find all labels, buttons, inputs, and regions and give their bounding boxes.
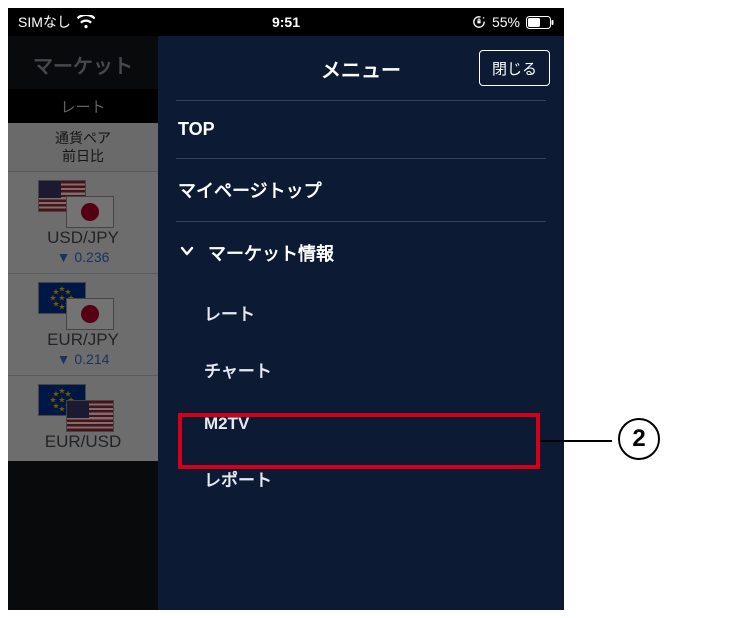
menu-drawer: メニュー 閉じる TOP マイページトップ マーケット情報 レート チャート M…	[158, 36, 564, 610]
pair-diff: ▼ 0.236	[8, 249, 158, 265]
annotation-line	[540, 440, 612, 442]
pair-cell[interactable]: EUR/USD	[8, 375, 158, 461]
pair-name: EUR/USD	[8, 432, 158, 452]
submenu-rate[interactable]: レート	[176, 284, 546, 341]
flag-icon	[66, 400, 114, 432]
pair-name: USD/JPY	[8, 228, 158, 248]
menu-item-mypage[interactable]: マイページトップ	[176, 159, 546, 221]
submenu-report[interactable]: レポート	[176, 450, 546, 507]
annotation-number: 2	[618, 418, 660, 460]
menu-item-top[interactable]: TOP	[176, 101, 546, 158]
drawer-title: メニュー	[321, 54, 401, 83]
column-header: 通貨ペア前日比	[8, 123, 158, 171]
submenu-chart[interactable]: チャート	[176, 341, 546, 398]
phone-frame: SIMなし 9:51 55% マーケット レート 通貨ペア前日比 USD/JPY…	[8, 8, 564, 610]
chevron-down-icon	[178, 242, 196, 265]
flag-icon	[66, 298, 114, 330]
menu-item-market-info[interactable]: マーケット情報	[176, 222, 546, 284]
wifi-icon	[77, 15, 95, 29]
pair-cell[interactable]: EUR/JPY▼ 0.214	[8, 273, 158, 375]
background-screen: マーケット レート 通貨ペア前日比 USD/JPY▼ 0.236EUR/JPY▼…	[8, 36, 158, 610]
sim-status: SIMなし	[18, 12, 71, 32]
pair-cell[interactable]: USD/JPY▼ 0.236	[8, 171, 158, 273]
status-bar: SIMなし 9:51 55%	[8, 8, 564, 36]
battery-icon	[526, 16, 554, 29]
page-title: マーケット	[8, 36, 158, 89]
pair-name: EUR/JPY	[8, 330, 158, 350]
pair-diff: ▼ 0.214	[8, 351, 158, 367]
tab-bar: レート	[8, 89, 158, 123]
clock: 9:51	[272, 14, 300, 30]
flag-icon	[66, 196, 114, 228]
close-button[interactable]: 閉じる	[479, 50, 550, 86]
orientation-lock-icon	[472, 15, 486, 29]
submenu-m2tv[interactable]: M2TV	[176, 398, 546, 450]
battery-percent: 55%	[492, 14, 520, 30]
tab-rate[interactable]: レート	[60, 96, 105, 117]
menu-item-label: マーケット情報	[208, 240, 334, 266]
